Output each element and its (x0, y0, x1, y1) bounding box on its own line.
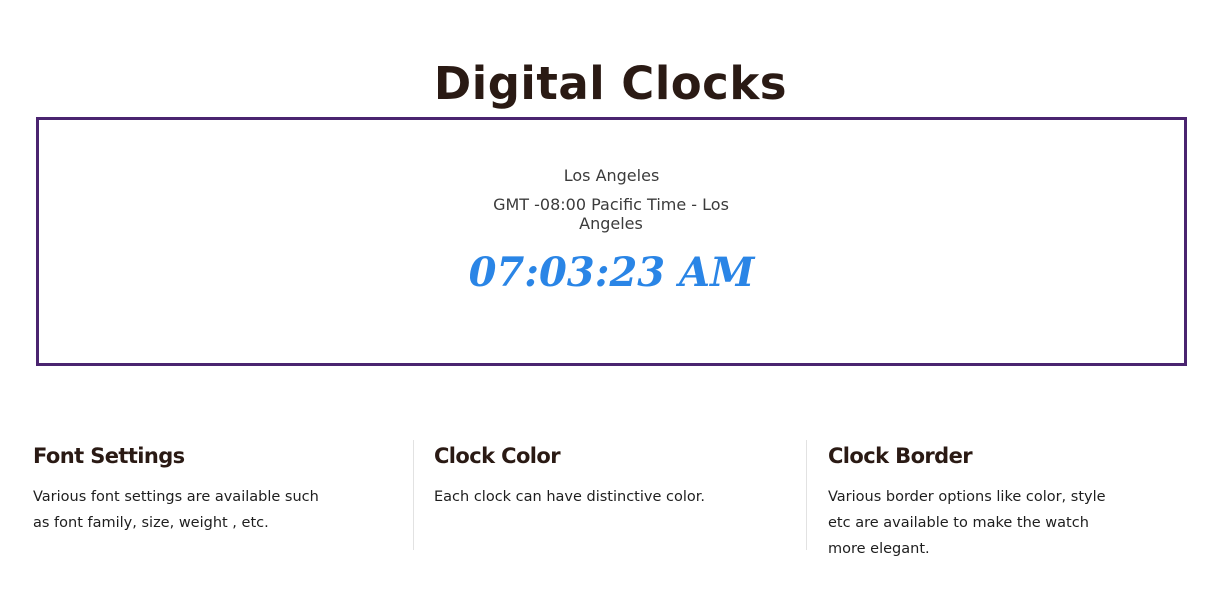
clock-content: Los Angeles GMT -08:00 Pacific Time - Lo… (39, 120, 1184, 363)
feature-title: Font Settings (33, 444, 185, 468)
feature-clock-color: Clock Color Each clock can have distinct… (434, 440, 774, 555)
feature-clock-border: Clock Border Various border options like… (828, 440, 1158, 557)
feature-title: Clock Border (828, 444, 973, 468)
clock-city-label: Los Angeles (563, 166, 660, 185)
feature-description: Various border options like color, style… (828, 489, 1106, 557)
feature-divider (806, 440, 807, 550)
feature-divider (413, 440, 414, 550)
feature-font-settings: Font Settings Various font settings are … (33, 440, 363, 555)
clock-widget: Los Angeles GMT -08:00 Pacific Time - Lo… (36, 117, 1187, 366)
clock-time-display: 07:03:23 AM (468, 249, 755, 296)
feature-description: Each clock can have distinctive color. (434, 489, 705, 505)
feature-title: Clock Color (434, 444, 561, 468)
clock-timezone-label: GMT -08:00 Pacific Time - Los Angeles (493, 195, 729, 233)
page-title: Digital Clocks (433, 57, 788, 111)
feature-description: Various font settings are available such… (33, 489, 319, 531)
